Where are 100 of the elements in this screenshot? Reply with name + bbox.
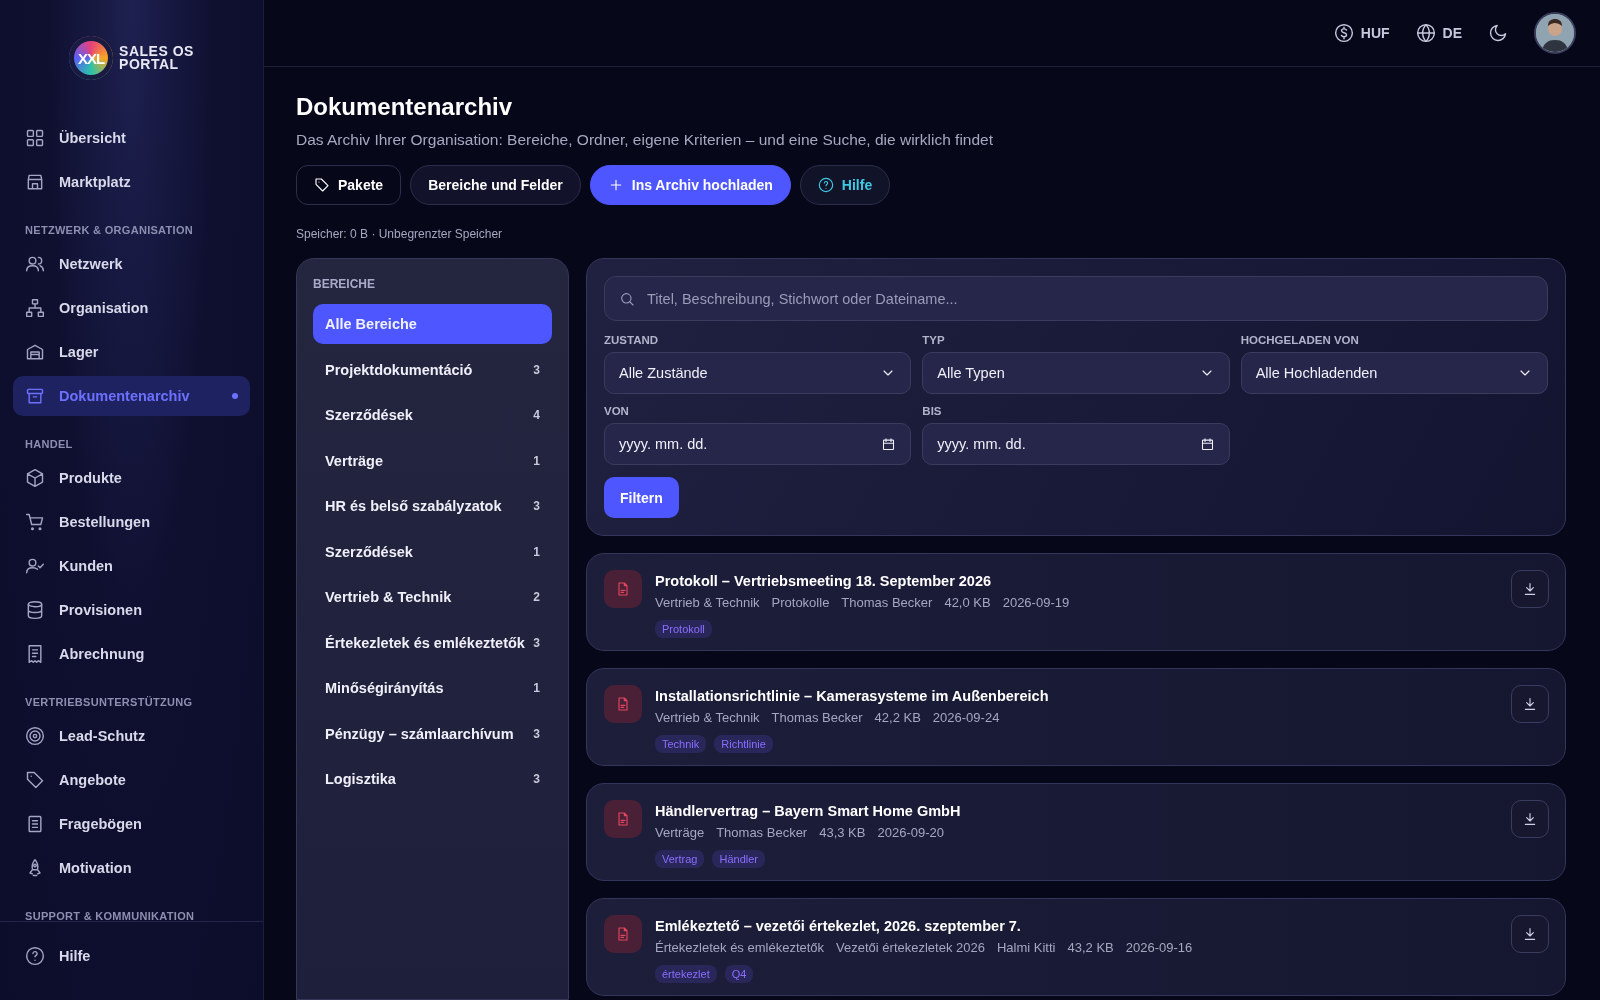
area-item[interactable]: HR és belső szabályzatok 3 bbox=[313, 486, 552, 526]
section-heading: SUPPORT & KOMMUNIKATION bbox=[24, 909, 196, 921]
download-icon bbox=[1522, 811, 1538, 827]
area-item[interactable]: Szerződések 4 bbox=[313, 395, 552, 435]
nav-item[interactable]: Hilfe bbox=[25, 936, 238, 976]
language-button[interactable]: DE bbox=[1415, 23, 1462, 43]
nav-item[interactable]: Lead-Schutz bbox=[13, 716, 250, 756]
document-card[interactable]: Installationsrichtlinie – Kamerasysteme im Außenbereich Vertrieb & Technik Thomas Becker 42,2 KB 2026-09-24 Technik Richtlinie bbox=[586, 668, 1566, 766]
document-meta: Halmi Kitti bbox=[996, 940, 1056, 955]
download-icon bbox=[1522, 696, 1538, 712]
active-dot bbox=[232, 393, 238, 399]
panel-heading: BEREICHE bbox=[313, 277, 376, 293]
document-icon bbox=[615, 926, 631, 942]
cart-icon bbox=[25, 512, 45, 532]
document-meta: Protokolle bbox=[771, 595, 830, 610]
store-icon bbox=[25, 172, 45, 192]
area-item[interactable]: Minőségirányítás 1 bbox=[313, 668, 552, 708]
download-button[interactable] bbox=[1511, 800, 1549, 838]
field-label: VON bbox=[604, 405, 630, 417]
toolbar-button[interactable]: Pakete bbox=[296, 165, 402, 205]
help-icon bbox=[25, 946, 45, 966]
document-meta: 2026-09-19 bbox=[1002, 595, 1070, 610]
document-card[interactable]: Protokoll – Vertriebsmeeting 18. September 2026 Vertrieb & Technik Protokolle Thomas Becker 42,0 KB 2026-09-19 Protokoll bbox=[586, 553, 1566, 651]
nav-item[interactable]: Angebote bbox=[13, 760, 250, 800]
nav-item[interactable]: Lager bbox=[13, 332, 250, 372]
nav-item[interactable]: Motivation bbox=[13, 848, 250, 888]
document-icon bbox=[615, 696, 631, 712]
currency-button[interactable]: HUF bbox=[1333, 23, 1390, 43]
nav-item[interactable]: Produkte bbox=[13, 458, 250, 498]
field-label: TYP bbox=[922, 334, 946, 346]
moon-icon bbox=[1488, 23, 1508, 43]
area-item[interactable]: Alle Bereiche bbox=[313, 304, 552, 344]
page-title: Dokumentenarchiv bbox=[296, 93, 514, 121]
document-card[interactable]: Händlervertrag – Bayern Smart Home GmbH Verträge Thomas Becker 43,3 KB 2026-09-20 Vertrag Händler bbox=[586, 783, 1566, 881]
logo-mark: XXL bbox=[69, 36, 114, 80]
download-button[interactable] bbox=[1511, 570, 1549, 608]
target-icon bbox=[25, 726, 45, 746]
document-meta: Értekezletek és emlékeztetők bbox=[655, 940, 825, 955]
area-item[interactable]: Pénzügy – számlaarchívum 3 bbox=[313, 713, 552, 754]
download-icon bbox=[1522, 926, 1538, 942]
document-meta: 42,0 KB bbox=[944, 595, 991, 610]
section-heading: HANDEL bbox=[24, 437, 74, 452]
area-item[interactable]: Értekezletek és emlékeztetők 3 bbox=[313, 622, 552, 663]
select-field[interactable]: Alle Hochladenden bbox=[1240, 352, 1548, 394]
document-title: Emlékeztető – vezetői értekezlet, 2026. szeptember 7. bbox=[655, 918, 1022, 934]
document-meta: 2026-09-16 bbox=[1125, 940, 1193, 955]
download-button[interactable] bbox=[1511, 915, 1549, 953]
document-icon bbox=[615, 811, 631, 827]
area-item[interactable]: Vertrieb & Technik 2 bbox=[313, 577, 552, 617]
date-field[interactable]: yyyy. mm. dd. bbox=[604, 423, 912, 465]
field-label: ZUSTAND bbox=[604, 334, 660, 346]
document-meta: Vezetői értekezletek 2026 bbox=[836, 940, 985, 955]
document-meta: Vertrieb & Technik bbox=[655, 595, 760, 610]
document-title: Installationsrichtlinie – Kamerasysteme im Außenbereich bbox=[655, 688, 1050, 704]
document-meta: 43,2 KB bbox=[1067, 940, 1114, 955]
document-meta: 2026-09-24 bbox=[932, 710, 1000, 725]
warehouse-icon bbox=[25, 342, 45, 362]
download-button[interactable] bbox=[1511, 685, 1549, 723]
help-icon bbox=[817, 177, 834, 193]
section-heading: NETZWERK & ORGANISATION bbox=[24, 223, 195, 238]
nav-item[interactable]: Dokumentenarchiv bbox=[13, 376, 250, 416]
search-field[interactable]: Titel, Beschreibung, Stichwort oder Dateiname... bbox=[604, 276, 1548, 321]
select-field[interactable]: Alle Zustände bbox=[604, 352, 912, 394]
theme-button[interactable] bbox=[1488, 23, 1508, 43]
receipt-icon bbox=[25, 644, 45, 664]
nav-item[interactable]: Kunden bbox=[13, 546, 250, 586]
users-icon bbox=[25, 254, 45, 274]
select-field[interactable]: Alle Typen bbox=[922, 352, 1230, 394]
tag: Händler bbox=[712, 850, 765, 868]
page-subtitle: Das Archiv Ihrer Organisation: Bereiche, Ordner, eigene Kriterien – und eine Suche, die wirklich findet bbox=[296, 131, 994, 149]
area-item[interactable]: Projektdokumentáció 3 bbox=[313, 349, 552, 390]
filter-button[interactable]: Filtern bbox=[604, 477, 679, 518]
document-meta: Thomas Becker bbox=[771, 710, 863, 725]
document-card[interactable]: Emlékeztető – vezetői értekezlet, 2026. szeptember 7. Értekezletek és emlékeztetők Vezetői értekezletek 2026 Halmi Kitti 43,2 KB 2026-09-16 értekezlet Q4 bbox=[586, 898, 1566, 996]
nav-item[interactable]: Abrechnung bbox=[13, 634, 250, 674]
logo-text: PORTAL bbox=[119, 58, 180, 71]
upload-button[interactable]: Ins Archiv hochladen bbox=[589, 165, 791, 205]
help-button[interactable]: Hilfe bbox=[799, 165, 891, 205]
logo-text: SALES OS bbox=[119, 45, 194, 58]
nav-item[interactable]: Netzwerk bbox=[13, 244, 250, 284]
document-meta: 2026-09-20 bbox=[877, 825, 944, 840]
nav-item[interactable]: Bestellungen bbox=[13, 502, 250, 542]
nav-item[interactable]: Marktplatz bbox=[13, 162, 250, 202]
form-icon bbox=[25, 814, 45, 834]
box-icon bbox=[25, 468, 45, 488]
document-title: Protokoll – Vertriebsmeeting 18. September 2026 bbox=[655, 573, 993, 589]
area-item[interactable]: Logisztika 3 bbox=[313, 759, 552, 799]
storage-info: Speicher: 0 B · Unbegrenzter Speicher bbox=[296, 227, 504, 241]
area-item[interactable]: Verträge 1 bbox=[313, 440, 552, 481]
tag: Vertrag bbox=[655, 850, 705, 868]
nav-item[interactable]: Fragebögen bbox=[13, 804, 250, 844]
toolbar-button[interactable]: Bereiche und Felder bbox=[410, 165, 581, 205]
grid-icon bbox=[25, 128, 45, 148]
nav-item[interactable]: Provisionen bbox=[13, 590, 250, 630]
tag: Protokoll bbox=[655, 620, 712, 638]
date-field[interactable]: yyyy. mm. dd. bbox=[922, 423, 1230, 465]
nav-item[interactable]: Organisation bbox=[13, 288, 250, 328]
nav-item[interactable]: Übersicht bbox=[13, 118, 250, 158]
area-item[interactable]: Szerződések 1 bbox=[313, 531, 552, 572]
avatar[interactable] bbox=[1534, 12, 1576, 54]
